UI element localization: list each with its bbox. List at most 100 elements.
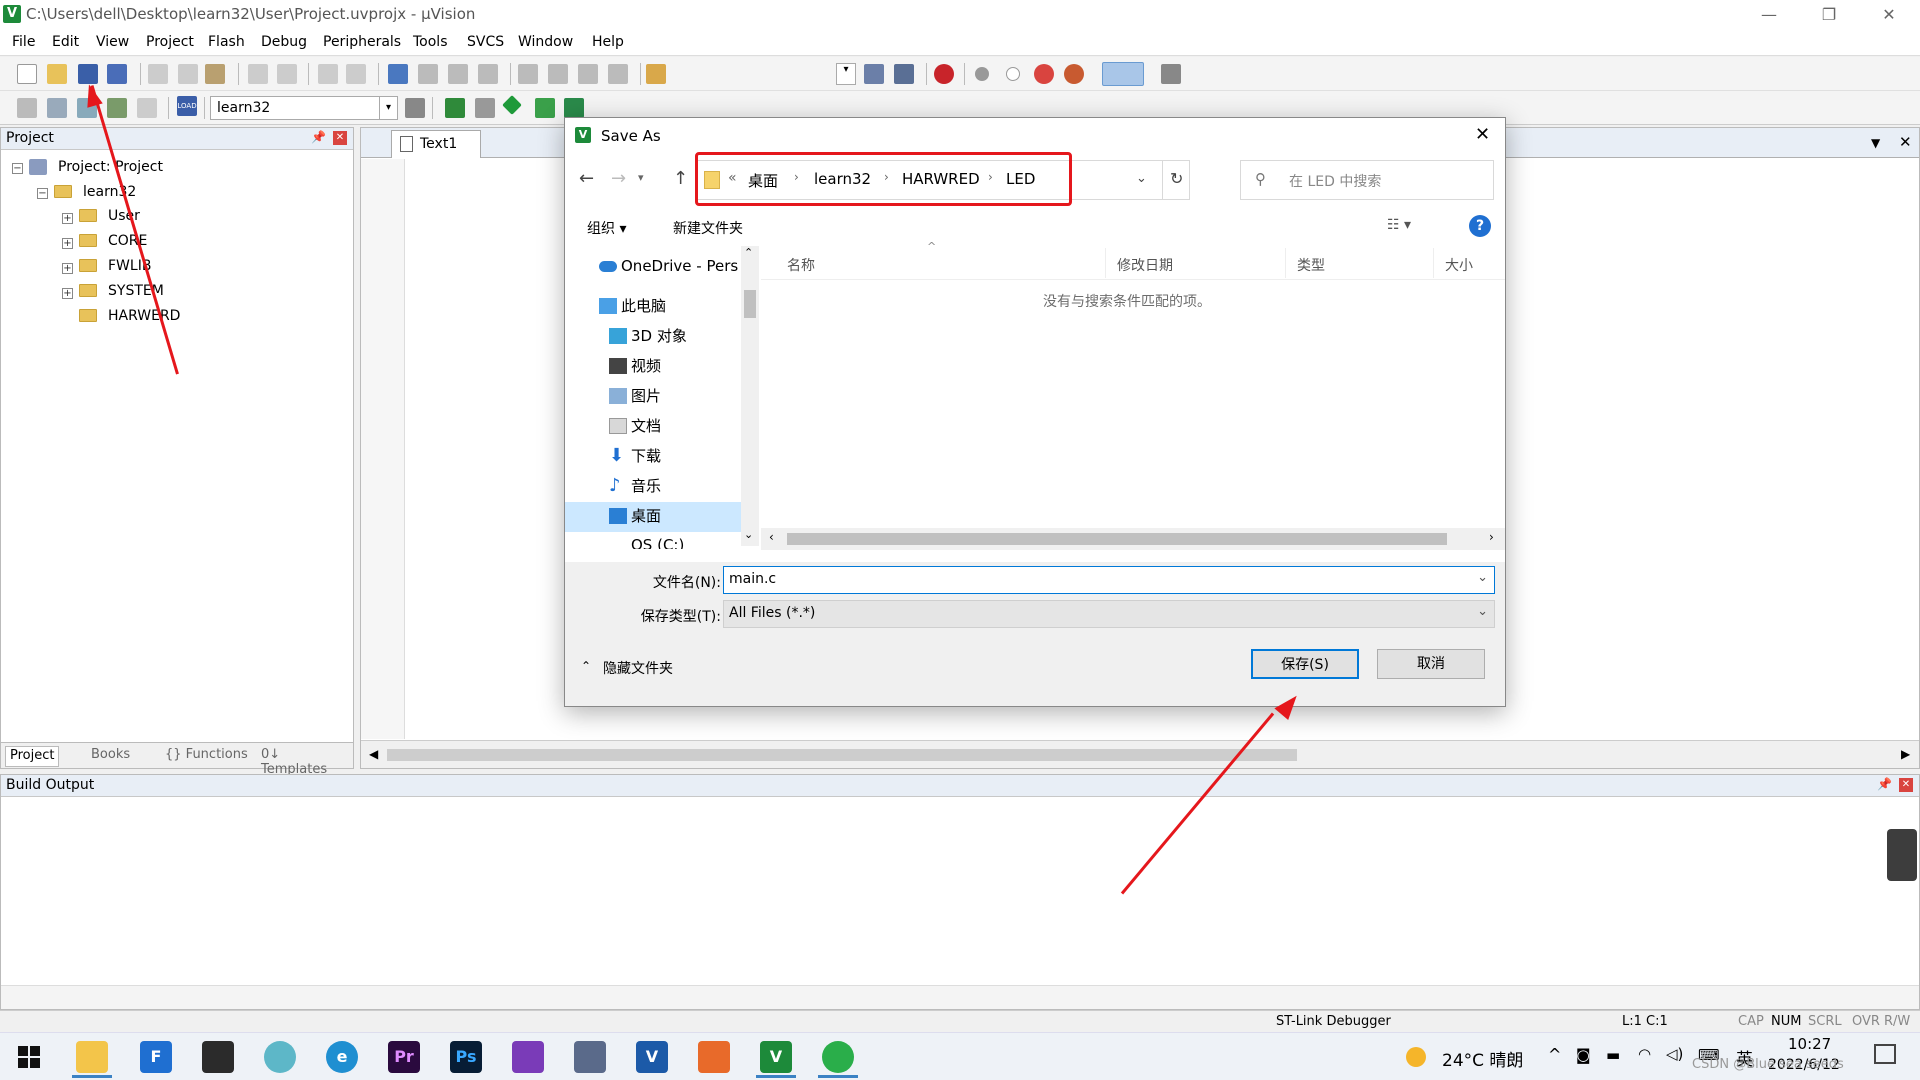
configure-icon[interactable] [1161, 64, 1181, 84]
tab-functions[interactable]: {} Functions [161, 746, 252, 767]
nav-onedrive[interactable]: OneDrive - Pers [599, 252, 738, 280]
find-replace-icon[interactable] [894, 64, 914, 84]
refresh-icon[interactable]: ↻ [1170, 169, 1183, 188]
unindent-icon[interactable] [548, 64, 568, 84]
file-explorer-icon[interactable] [76, 1041, 108, 1073]
pin-icon[interactable]: 📌 [1877, 777, 1892, 791]
menu-peripherals[interactable]: Peripherals [323, 34, 401, 50]
nav-documents[interactable]: 文档 [609, 412, 661, 440]
scroll-down-icon[interactable]: ⌄ [744, 528, 753, 541]
scroll-up-icon[interactable]: ⌃ [744, 246, 753, 259]
tray-expand-icon[interactable]: ^ [1548, 1045, 1561, 1064]
breakpoint-icon[interactable] [975, 67, 989, 81]
translate-icon[interactable] [17, 98, 37, 118]
filetype-select[interactable]: All Files (*.*) ⌄ [723, 600, 1495, 628]
nav-pictures[interactable]: 图片 [609, 382, 661, 410]
comment-icon[interactable] [578, 64, 598, 84]
prev-bookmark-icon[interactable] [418, 64, 438, 84]
menu-svcs[interactable]: SVCS [467, 34, 504, 50]
clock-time[interactable]: 10:27 [1788, 1035, 1831, 1053]
nav-music[interactable]: ♪ 音乐 [609, 472, 661, 500]
save-icon[interactable] [78, 64, 98, 84]
minimize-button[interactable]: — [1740, 0, 1798, 30]
premiere-icon[interactable]: Pr [388, 1041, 420, 1073]
f-app-icon[interactable]: F [140, 1041, 172, 1073]
sync-app-icon[interactable] [264, 1041, 296, 1073]
paste-icon[interactable] [205, 64, 225, 84]
col-type[interactable]: 类型 [1297, 255, 1325, 275]
tree-item-user[interactable]: User [108, 206, 140, 226]
expand-icon[interactable]: + [62, 263, 73, 274]
scroll-thumb[interactable] [387, 749, 1297, 761]
disable-all-breakpoints-icon[interactable] [1034, 64, 1054, 84]
scroll-thumb[interactable] [787, 533, 1447, 545]
collapse-icon[interactable]: − [37, 188, 48, 199]
photoshop-icon[interactable]: Ps [450, 1041, 482, 1073]
chevron-down-icon[interactable]: ⌄ [1477, 570, 1488, 585]
save-button[interactable]: 保存(S) [1251, 649, 1359, 679]
scroll-left-icon[interactable]: ◀ [369, 747, 378, 761]
wechat-icon[interactable] [822, 1041, 854, 1073]
manage-runtime-icon[interactable] [535, 98, 555, 118]
side-widget-icon[interactable] [1887, 829, 1917, 881]
select-packs-icon[interactable] [475, 98, 495, 118]
build-icon[interactable] [47, 98, 67, 118]
new-folder-button[interactable]: 新建文件夹 [673, 218, 743, 238]
notification-icon[interactable] [1874, 1044, 1896, 1064]
editor-tab-text1[interactable]: Text1 [391, 130, 481, 158]
menu-window[interactable]: Window [518, 34, 573, 50]
stop-build-icon[interactable] [137, 98, 157, 118]
scroll-thumb[interactable] [744, 290, 756, 318]
tab-templates[interactable]: 0↓ Templates [257, 746, 353, 777]
expand-icon[interactable]: + [62, 238, 73, 249]
nav-scrollbar[interactable]: ⌃ ⌄ [741, 246, 759, 546]
uvision-taskbar-icon[interactable]: V [760, 1041, 792, 1073]
nav-os-c[interactable]: OS (C:) [631, 531, 684, 549]
find-in-files-icon[interactable] [646, 64, 666, 84]
search-box[interactable]: ⚲ 在 LED 中搜索 [1240, 160, 1494, 200]
menu-edit[interactable]: Edit [52, 34, 79, 50]
recent-dropdown-icon[interactable]: ▾ [638, 171, 644, 184]
close-panel-icon[interactable]: ✕ [1899, 778, 1913, 792]
expand-icon[interactable]: + [62, 213, 73, 224]
undo-icon[interactable] [248, 64, 268, 84]
save-all-icon[interactable] [107, 64, 127, 84]
nav-this-pc[interactable]: 此电脑 [599, 292, 666, 320]
rte-icon[interactable] [564, 98, 584, 118]
nav-back-icon[interactable] [318, 64, 338, 84]
calculator-icon[interactable] [574, 1041, 606, 1073]
weather-text[interactable]: 24°C 晴朗 [1442, 1046, 1523, 1071]
download-icon[interactable]: LOAD [177, 96, 197, 116]
target-select[interactable]: learn32 ▾ [210, 96, 398, 120]
hide-folders-toggle[interactable]: 隐藏文件夹 [603, 658, 673, 678]
menu-tools[interactable]: Tools [413, 34, 448, 50]
tree-item-harwerd[interactable]: HARWERD [108, 306, 180, 326]
chevron-down-icon[interactable]: ⌄ [1136, 171, 1147, 186]
up-arrow-icon[interactable]: ↑ [673, 168, 688, 189]
editor-hscrollbar[interactable]: ◀ ▶ [361, 740, 1919, 768]
close-editor-icon[interactable]: ✕ [1899, 133, 1912, 151]
windows-start-icon[interactable] [18, 1046, 40, 1068]
window-layout-icon[interactable] [1102, 62, 1144, 86]
new-file-icon[interactable] [17, 64, 37, 84]
filename-input[interactable]: main.c ⌄ [723, 566, 1495, 594]
nav-forward-icon[interactable] [346, 64, 366, 84]
close-panel-icon[interactable]: ✕ [333, 131, 347, 145]
organize-button[interactable]: 组织 ▾ [587, 218, 626, 238]
scroll-right-icon[interactable]: ▶ [1901, 747, 1910, 761]
matlab-icon[interactable] [698, 1041, 730, 1073]
forward-arrow-icon[interactable]: → [611, 168, 626, 189]
battery-icon[interactable]: ▬ [1606, 1046, 1620, 1064]
bookmark-icon[interactable] [388, 64, 408, 84]
sticky-notes-icon[interactable] [202, 1041, 234, 1073]
visual-studio-icon[interactable] [512, 1041, 544, 1073]
start-debug-icon[interactable] [934, 64, 954, 84]
col-modified[interactable]: 修改日期 [1117, 255, 1173, 275]
close-window-button[interactable]: ✕ [1860, 0, 1918, 30]
nav-3d-objects[interactable]: 3D 对象 [609, 322, 687, 350]
uncomment-icon[interactable] [608, 64, 628, 84]
chevron-up-icon[interactable]: ⌃ [581, 659, 591, 673]
wifi-icon[interactable]: ◠ [1638, 1045, 1651, 1063]
vs-app-icon[interactable]: V [636, 1041, 668, 1073]
pack-installer-icon[interactable] [502, 95, 522, 115]
